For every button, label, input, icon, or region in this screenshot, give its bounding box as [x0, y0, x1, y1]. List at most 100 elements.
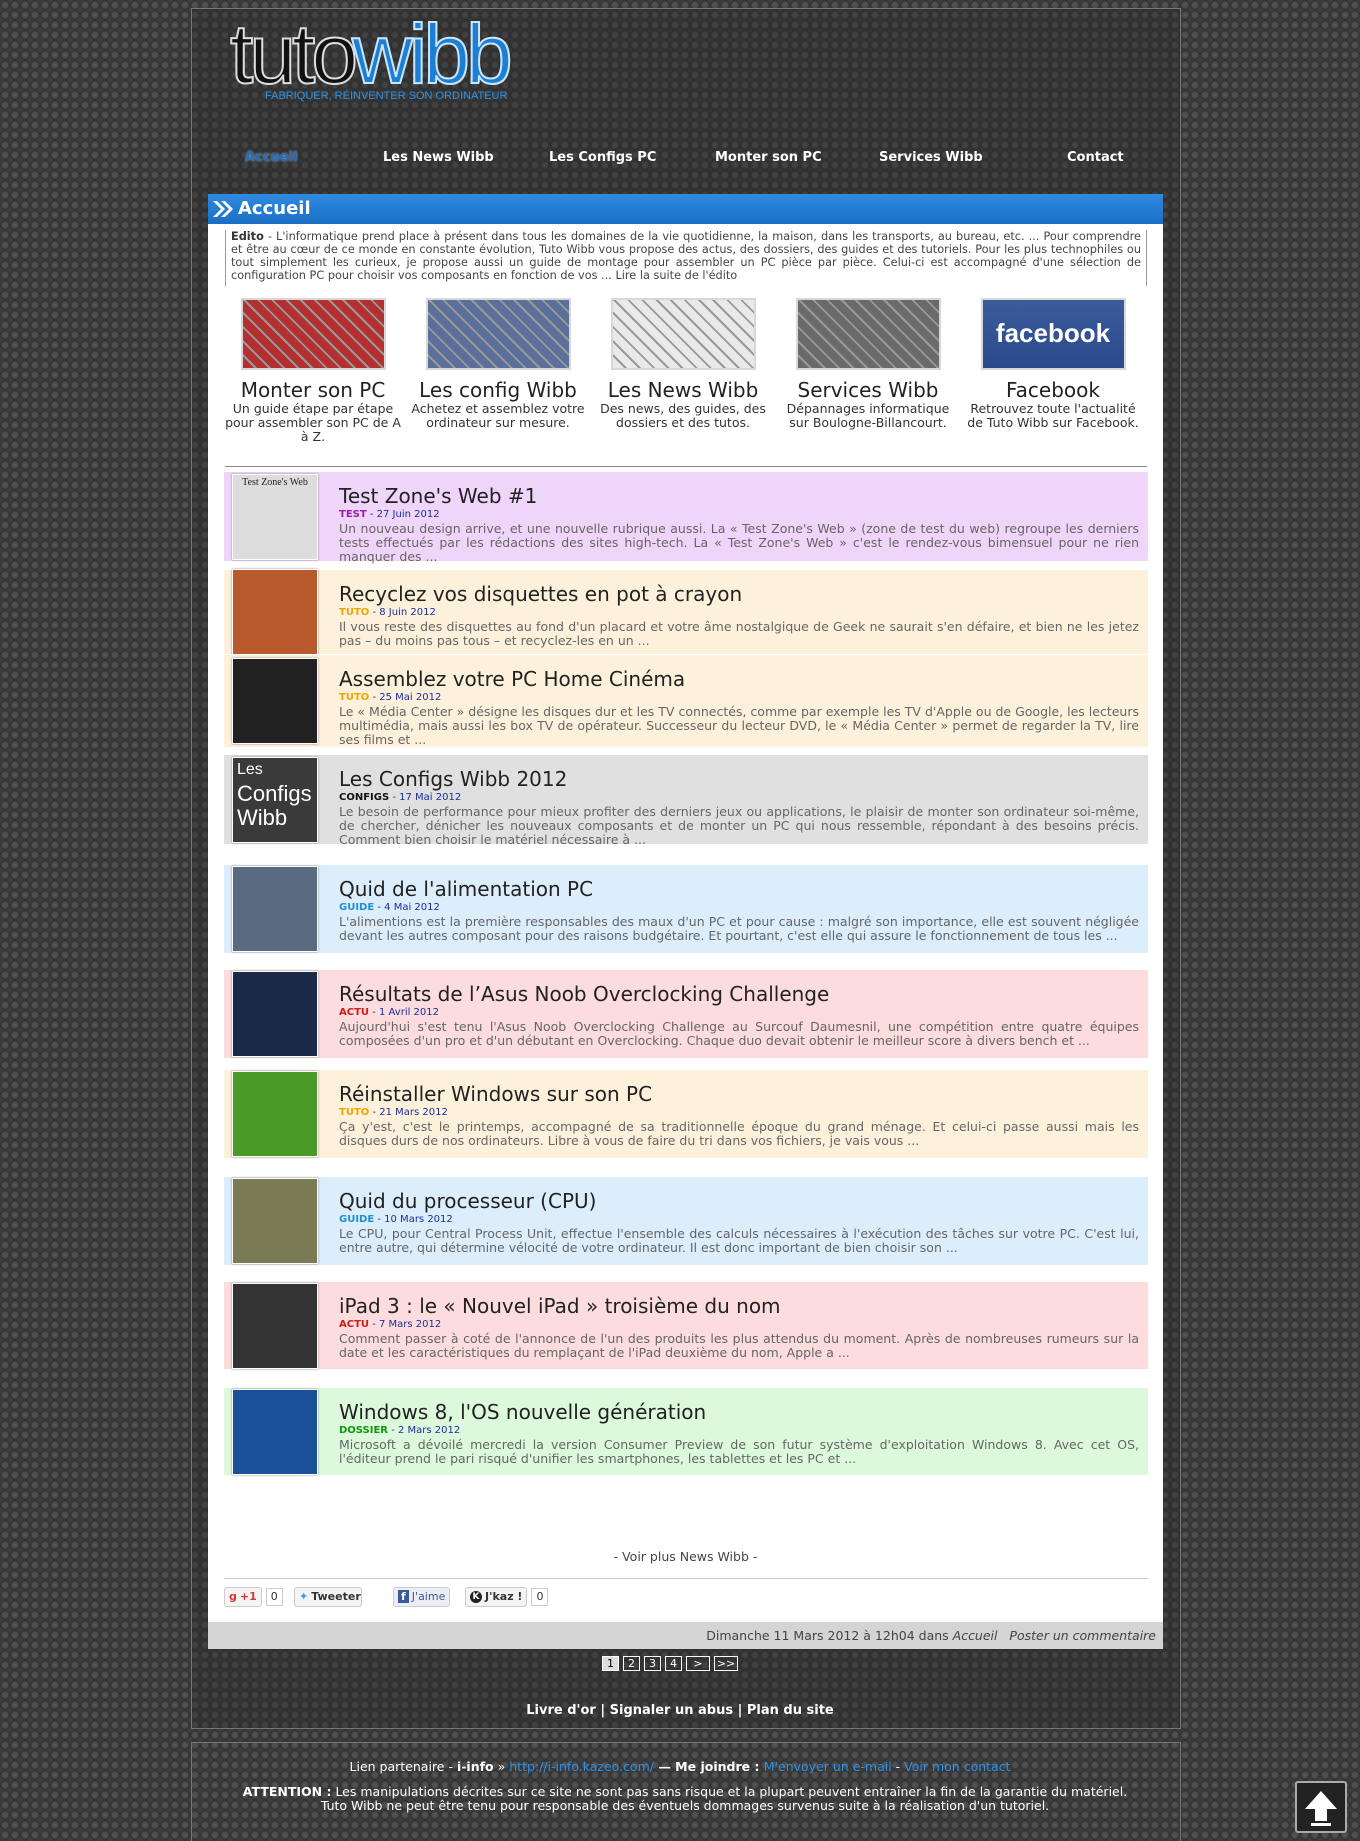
- post-category[interactable]: TUTO: [339, 692, 369, 703]
- post-thumbnail[interactable]: [232, 1178, 318, 1264]
- feature-description: Achetez et assemblez votre ordinateur su…: [411, 401, 585, 430]
- post-item: Quid de l'alimentation PC GUIDE - 4 Mai 2…: [224, 865, 1148, 953]
- post-meta: DOSSIER - 2 Mars 2012: [339, 1425, 460, 1436]
- post-title[interactable]: iPad 3 : le « Nouvel iPad » troisième du…: [339, 1294, 781, 1318]
- feature-title[interactable]: Les News Wibb: [595, 378, 771, 402]
- meta-separator: -: [369, 1007, 379, 1018]
- post-item: Les Configs Wibb Les Configs Wibb 2012 CONFI…: [224, 755, 1148, 847]
- post-title[interactable]: Les Configs Wibb 2012: [339, 767, 567, 791]
- feature-image[interactable]: [795, 298, 941, 370]
- edito-block: Edito - L'informatique prend place à pré…: [225, 230, 1147, 286]
- post-category[interactable]: TUTO: [339, 607, 369, 618]
- post-title[interactable]: Recyclez vos disquettes en pot à crayon: [339, 582, 742, 606]
- feature-title[interactable]: Facebook: [965, 378, 1141, 402]
- post-date: 27 Juin 2012: [376, 509, 440, 520]
- nav-item-news-wibb[interactable]: Les News Wibb: [383, 150, 494, 165]
- post-item: Assemblez votre PC Home Cinéma TUTO - 25 …: [224, 655, 1148, 747]
- feature-image[interactable]: [610, 298, 756, 370]
- page-link-4[interactable]: 4: [665, 1656, 682, 1671]
- post-category[interactable]: ACTU: [339, 1007, 369, 1018]
- jkaz-share[interactable]: K J'kaz ! 0: [465, 1586, 549, 1607]
- feature-tile[interactable]: facebook Facebook Retrouvez toute l'actual…: [965, 298, 1141, 430]
- post-category[interactable]: ACTU: [339, 1319, 369, 1330]
- post-title[interactable]: Résultats de l’Asus Noob Overclocking Ch…: [339, 982, 829, 1006]
- jkaz-count: 0: [531, 1587, 549, 1606]
- nav-item-contact[interactable]: Contact: [1067, 150, 1124, 165]
- feature-tiles: Monter son PC Un guide étape par étape po…: [225, 298, 1147, 458]
- partner-url-link[interactable]: http://i-info.kazeo.com/: [509, 1759, 654, 1774]
- post-thumbnail[interactable]: [232, 1389, 318, 1475]
- tweet-share[interactable]: ✦ Tweeter: [294, 1586, 362, 1607]
- page-link-1[interactable]: 1: [602, 1656, 619, 1671]
- post-title[interactable]: Windows 8, l'OS nouvelle génération: [339, 1400, 706, 1424]
- post-thumbnail[interactable]: Les Configs Wibb: [232, 757, 318, 843]
- disclaimer: ATTENTION : Les manipulations décrites s…: [242, 1784, 1128, 1813]
- post-category[interactable]: TUTO: [339, 1107, 369, 1118]
- post-title[interactable]: Réinstaller Windows sur son PC: [339, 1082, 652, 1106]
- post-title[interactable]: Assemblez votre PC Home Cinéma: [339, 667, 685, 691]
- jkaz-button[interactable]: K J'kaz !: [465, 1586, 528, 1607]
- email-link[interactable]: M'envoyer un e-mail: [764, 1759, 892, 1774]
- facebook-like[interactable]: f J'aime: [393, 1586, 451, 1607]
- thumbnail-caption: Wibb: [237, 805, 288, 830]
- post-thumbnail[interactable]: [232, 569, 318, 655]
- scroll-top-button[interactable]: [1295, 1781, 1347, 1833]
- feature-tile[interactable]: Monter son PC Un guide étape par étape po…: [225, 298, 401, 444]
- divider: [225, 466, 1147, 467]
- meta-separator: -: [374, 1214, 385, 1225]
- page-link-2[interactable]: 2: [623, 1656, 640, 1671]
- page-last[interactable]: >>: [714, 1656, 738, 1671]
- post-thumbnail[interactable]: [232, 971, 318, 1057]
- nav-item-monter-pc[interactable]: Monter son PC: [715, 150, 822, 165]
- feature-image[interactable]: [240, 298, 386, 370]
- post-comment-link[interactable]: Poster un commentaire: [1009, 1628, 1156, 1643]
- page-next[interactable]: >: [686, 1656, 710, 1671]
- post-item: Résultats de l’Asus Noob Overclocking Ch…: [224, 970, 1148, 1058]
- nav-item-services-wibb[interactable]: Services Wibb: [879, 150, 983, 165]
- post-title[interactable]: Quid du processeur (CPU): [339, 1189, 596, 1213]
- feature-image[interactable]: [425, 298, 571, 370]
- post-thumbnail[interactable]: Test Zone's Web: [232, 474, 318, 560]
- post-thumbnail[interactable]: [232, 1071, 318, 1157]
- post-category[interactable]: TEST: [339, 509, 367, 520]
- nav-item-accueil[interactable]: Accueil: [245, 150, 297, 165]
- feature-title[interactable]: Services Wibb: [780, 378, 956, 402]
- post-title[interactable]: Test Zone's Web #1: [339, 484, 537, 508]
- post-date: 4 Mai 2012: [384, 902, 440, 913]
- facebook-icon: f: [398, 1590, 409, 1603]
- feature-title[interactable]: Monter son PC: [225, 378, 401, 402]
- post-item: Réinstaller Windows sur son PC TUTO - 21 …: [224, 1070, 1148, 1158]
- site-logo[interactable]: tuto wibb Fabriquer, réinventer son ordi…: [229, 11, 520, 108]
- feature-image[interactable]: facebook: [980, 298, 1126, 370]
- post-category[interactable]: CONFIGS: [339, 792, 389, 803]
- gplus-button[interactable]: g +1: [224, 1586, 262, 1607]
- arrow-up-icon: [1305, 1791, 1337, 1826]
- edito-text[interactable]: - L'informatique prend place à présent d…: [231, 230, 1141, 282]
- feature-tile[interactable]: Les config Wibb Achetez et assemblez votr…: [410, 298, 586, 430]
- post-category[interactable]: GUIDE: [339, 902, 374, 913]
- thumbnail-caption: Les: [237, 761, 263, 778]
- nav-item-configs-pc[interactable]: Les Configs PC: [549, 150, 656, 165]
- facebook-like-button[interactable]: f J'aime: [393, 1586, 451, 1607]
- post-category-link[interactable]: Accueil: [953, 1628, 998, 1643]
- post-category[interactable]: GUIDE: [339, 1214, 374, 1225]
- post-thumbnail[interactable]: [232, 1283, 318, 1369]
- tweet-button[interactable]: ✦ Tweeter: [294, 1586, 362, 1607]
- post-excerpt: Aujourd'hui s'est tenu l'Asus Noob Overc…: [339, 1019, 1139, 1048]
- gplus-share[interactable]: g +1 0: [224, 1586, 283, 1607]
- feature-title[interactable]: Les config Wibb: [410, 378, 586, 402]
- divider: [224, 1578, 1148, 1579]
- post-meta: TUTO - 25 Mai 2012: [339, 692, 441, 703]
- feature-tile[interactable]: Services Wibb Dépannages informatique sur…: [780, 298, 956, 430]
- feature-description: Dépannages informatique sur Boulogne-Bil…: [786, 401, 950, 430]
- contact-link[interactable]: Voir mon contact: [904, 1759, 1010, 1774]
- post-title[interactable]: Quid de l'alimentation PC: [339, 877, 593, 901]
- footer-links[interactable]: Livre d'or | Signaler un abus | Plan du …: [0, 1703, 1360, 1718]
- more-news-link[interactable]: - Voir plus News Wibb -: [208, 1549, 1163, 1564]
- post-category[interactable]: DOSSIER: [339, 1425, 388, 1436]
- gplus-icon: g: [229, 1590, 237, 1603]
- feature-tile[interactable]: Les News Wibb Des news, des guides, des d…: [595, 298, 771, 430]
- post-thumbnail[interactable]: [232, 658, 318, 744]
- page-link-3[interactable]: 3: [644, 1656, 661, 1671]
- post-thumbnail[interactable]: [232, 866, 318, 952]
